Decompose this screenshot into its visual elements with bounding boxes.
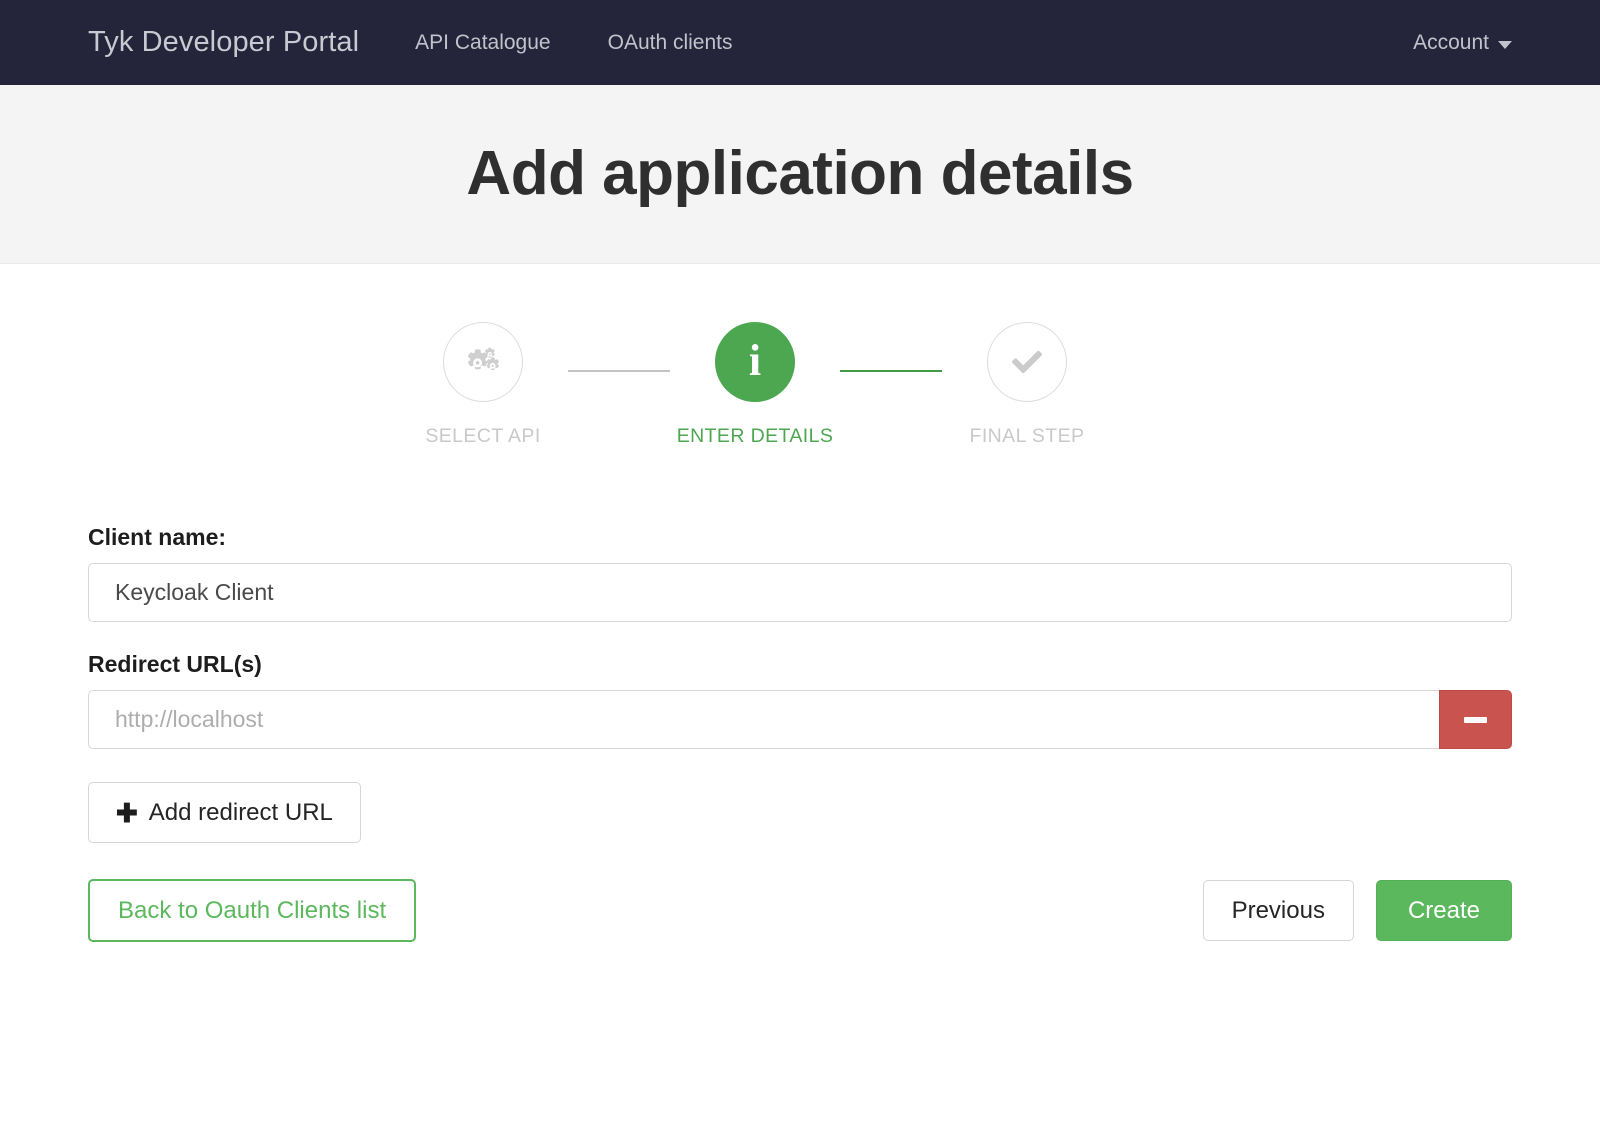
add-redirect-url-button[interactable]: ✚ Add redirect URL <box>88 782 361 843</box>
primary-nav: API Catalogue OAuth clients <box>415 31 732 55</box>
info-icon: i <box>749 339 761 383</box>
step-enter-details-circle: i <box>715 322 795 402</box>
client-name-input[interactable] <box>88 563 1512 622</box>
account-menu-label: Account <box>1413 31 1489 55</box>
nav-link-api-catalogue[interactable]: API Catalogue <box>415 31 550 55</box>
page-title: Add application details <box>466 143 1133 205</box>
cogs-icon <box>465 346 501 379</box>
step-final-circle <box>987 322 1067 402</box>
main-content: SELECT API i ENTER DETAILS FINAL STEP Cl… <box>0 322 1600 942</box>
redirect-urls-label: Redirect URL(s) <box>88 651 1512 678</box>
plus-icon: ✚ <box>116 800 138 826</box>
redirect-url-input[interactable] <box>88 690 1439 749</box>
wizard-nav-actions: Previous Create <box>1203 880 1512 941</box>
step-final[interactable]: FINAL STEP <box>942 322 1112 448</box>
redirect-urls-field-block: Redirect URL(s) <box>88 651 1512 749</box>
step-select-api-label: SELECT API <box>425 425 540 448</box>
brand-link[interactable]: Tyk Developer Portal <box>88 26 359 59</box>
step-connector-2 <box>840 370 942 372</box>
minus-icon <box>1464 717 1487 723</box>
step-enter-details-label: ENTER DETAILS <box>677 425 834 448</box>
step-connector-1 <box>568 370 670 372</box>
step-enter-details[interactable]: i ENTER DETAILS <box>670 322 840 448</box>
step-final-label: FINAL STEP <box>970 425 1085 448</box>
check-icon <box>1009 347 1045 377</box>
nav-link-oauth-clients[interactable]: OAuth clients <box>608 31 733 55</box>
previous-button[interactable]: Previous <box>1203 880 1354 941</box>
client-name-field-block: Client name: <box>88 524 1512 622</box>
back-to-oauth-clients-button[interactable]: Back to Oauth Clients list <box>88 879 416 942</box>
remove-redirect-url-button[interactable] <box>1439 690 1512 749</box>
create-button[interactable]: Create <box>1376 880 1512 941</box>
page-header: Add application details <box>0 85 1600 264</box>
chevron-down-icon <box>1498 41 1512 49</box>
account-menu[interactable]: Account <box>1413 31 1512 55</box>
top-navbar: Tyk Developer Portal API Catalogue OAuth… <box>0 0 1600 85</box>
add-redirect-url-label: Add redirect URL <box>149 799 333 827</box>
wizard-stepper: SELECT API i ENTER DETAILS FINAL STEP <box>0 322 1512 448</box>
client-name-label: Client name: <box>88 524 1512 551</box>
form-actions: Back to Oauth Clients list Previous Crea… <box>88 879 1512 942</box>
step-select-api[interactable]: SELECT API <box>398 322 568 448</box>
step-select-api-circle <box>443 322 523 402</box>
application-details-form: Client name: Redirect URL(s) ✚ Add redir… <box>88 524 1512 942</box>
redirect-url-row <box>88 690 1512 749</box>
